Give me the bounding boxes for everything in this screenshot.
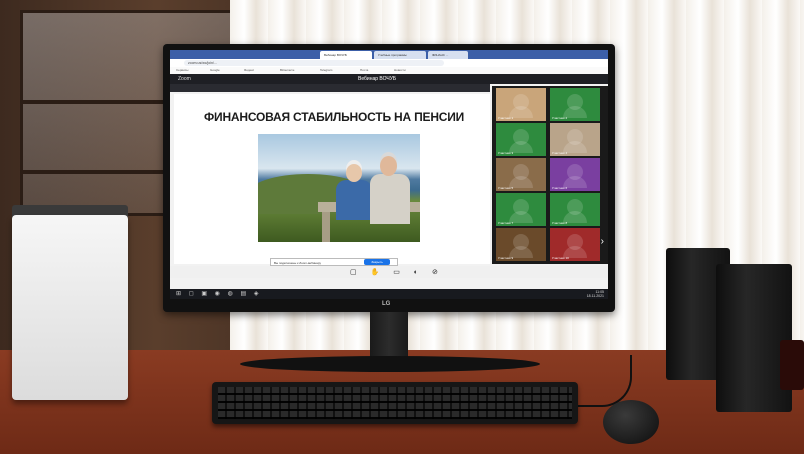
slide-photo-elderly-couple [258,134,420,242]
bookmark-item[interactable]: Почта [360,68,368,73]
computer-mouse[interactable] [603,400,659,444]
monitor-stand-base [240,356,540,372]
participant-name: Участник 3 [498,151,514,155]
participant-tile[interactable]: Участник 10 [550,228,600,261]
right-speaker [716,264,792,412]
presentation-slide: ФИНАНСОВАЯ СТАБИЛЬНОСТЬ НА ПЕНСИИ [174,94,490,264]
participant-name: Участник 1 [498,116,514,120]
participant-name: Участник 8 [552,221,568,225]
photo-man [370,174,410,224]
windows-taskbar: ⊞ ◻ ▣ ◉ ◍ ▤ ◈ 11:05 18.11.2021 [170,289,608,299]
tab-webinar[interactable]: Вебинар ВОЧУБ [320,51,372,59]
taskbar-app-icons[interactable]: ⊞ ◻ ▣ ◉ ◍ ▤ ◈ [176,290,261,297]
participant-name: Участник 6 [552,186,568,190]
taskbar-clock: 11:05 18.11.2021 [587,290,604,298]
photo-woman-head [346,164,362,182]
zoom-controls: ▢ ✋ ▭ ◐ ⊘ [170,266,608,278]
bookmark-item[interactable]: Новости [394,68,406,73]
bookmark-item[interactable]: ВКонтакте [280,68,294,73]
participant-tile[interactable]: Участник 6 [550,158,600,191]
zoom-subbar [170,84,490,92]
slide-title: ФИНАНСОВАЯ СТАБИЛЬНОСТЬ НА ПЕНСИИ [204,110,465,124]
bookmark-item[interactable]: Google [210,68,220,73]
participant-tile[interactable]: Участник 5 [496,158,546,191]
url-field[interactable]: zoom.us/wc/join/... [184,60,444,66]
monitor-logo: LG [382,301,391,307]
bookmark-item[interactable]: Яндекс [244,68,254,73]
participant-tile[interactable]: Участник 3 [496,123,546,156]
zoom-app-name: Zoom [178,76,191,82]
participant-name: Участник 5 [498,186,514,190]
laser-printer [12,215,128,400]
participant-tile[interactable]: Участник 2 [550,88,600,121]
participant-name: Участник 10 [552,256,569,260]
keyboard-keys[interactable] [218,387,572,419]
bookmark-item[interactable]: Сервисы [176,68,188,73]
tab-programs[interactable]: Учебные программы [374,51,426,59]
zoom-control-icons[interactable]: ▢ ✋ ▭ ◐ ⊘ [350,268,444,276]
office-desk-scene: Вебинар ВОЧУБ Учебные программы ФИНАНС .… [0,0,804,454]
participant-tile[interactable]: Участник 7 [496,193,546,226]
participant-name: Участник 2 [552,116,568,120]
device-red [780,340,804,390]
participant-tile[interactable]: Участник 8 [550,193,600,226]
webinar-title: Вебинар ВОЧУБ [358,76,397,82]
keyboard[interactable] [212,382,578,424]
participant-tile[interactable]: Участник 4 [550,123,600,156]
monitor-screen: Вебинар ВОЧУБ Учебные программы ФИНАНС .… [170,50,608,299]
participant-tile[interactable]: Участник 1 [496,88,546,121]
participant-tile[interactable]: Участник 9 [496,228,546,261]
tab-finance[interactable]: ФИНАНС ... [428,51,468,59]
taskbar-date: 18.11.2021 [586,294,604,298]
browser-tabbar: Вебинар ВОЧУБ Учебные программы ФИНАНС .… [170,50,608,59]
participants-gallery: Участник 1 Участник 2 Участник 3 Участник 4… [492,86,608,264]
participant-name: Участник 4 [552,151,568,155]
zoom-titlebar: Zoom Вебинар ВОЧУБ [170,74,608,84]
photo-fence-post [322,212,330,242]
gallery-next-arrow-icon[interactable]: › [601,236,604,247]
photo-man-head [380,156,397,176]
photo-woman [336,180,372,220]
participant-name: Участник 9 [498,256,514,260]
notification-close-button[interactable]: Закрыть [364,259,390,265]
bookmark-item[interactable]: Telegram [320,68,332,73]
participant-name: Участник 7 [498,221,514,225]
